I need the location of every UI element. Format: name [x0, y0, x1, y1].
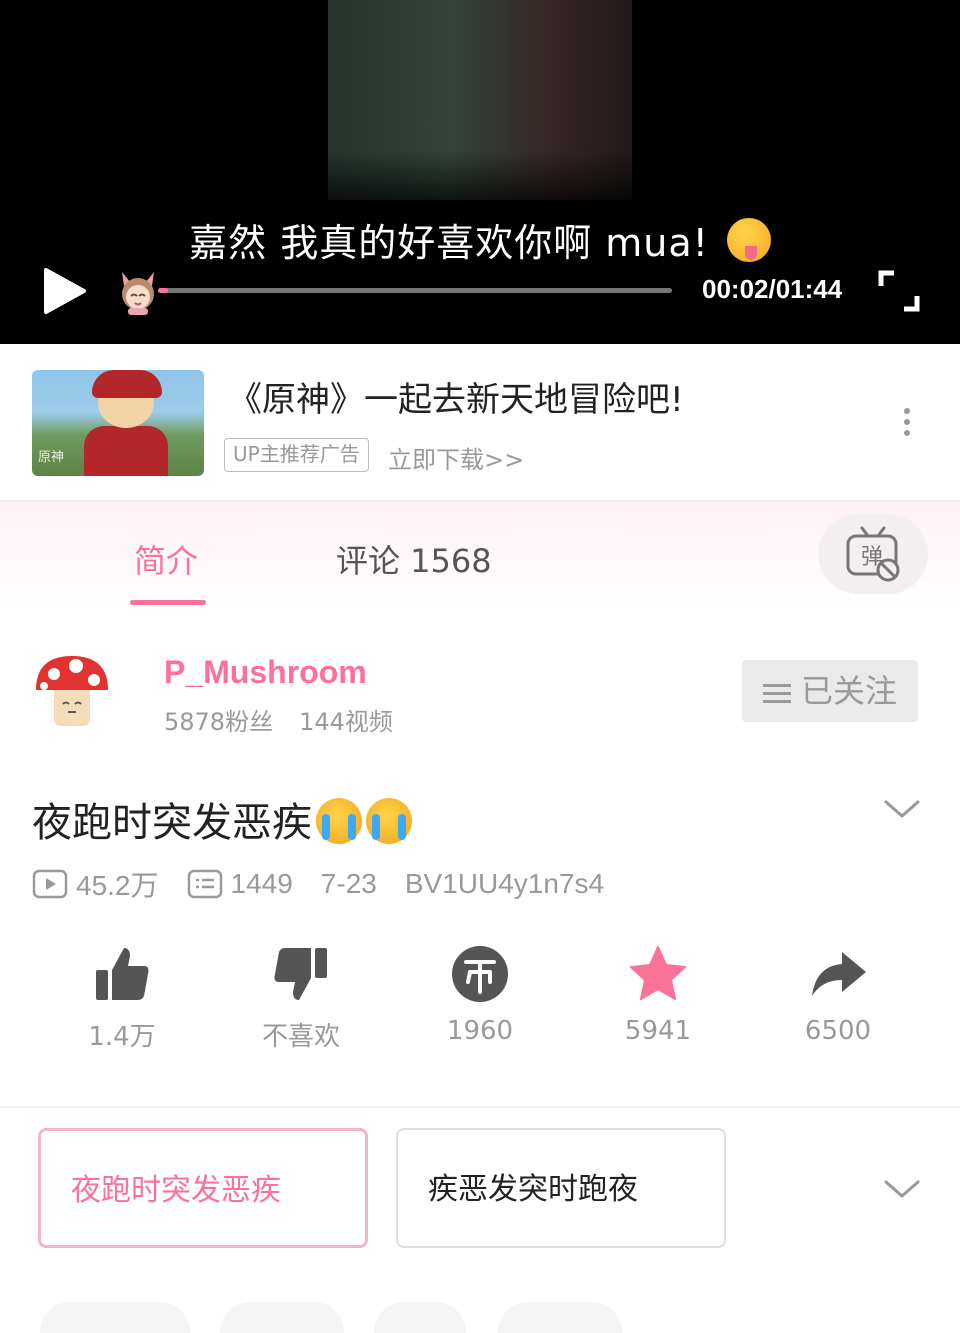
menu-icon — [762, 682, 791, 704]
video-title-text: 夜跑时突发恶疾 — [32, 800, 312, 846]
more-icon[interactable] — [896, 404, 918, 444]
star-icon — [630, 946, 686, 1000]
ad-title[interactable]: 《原神》一起去新天地冒险吧! — [228, 372, 684, 421]
share-icon — [812, 952, 866, 996]
tab-active-indicator — [130, 600, 206, 605]
ad-label-badge: UP主推荐广告 — [224, 438, 369, 472]
favorite-button[interactable]: 5941 — [598, 944, 718, 1046]
like-count: 1.4万 — [88, 1022, 156, 1052]
view-count: 45.2万 — [76, 870, 159, 901]
play-icon[interactable] — [40, 266, 90, 316]
ad-banner[interactable]: 原神 — [0, 344, 960, 502]
coin-button[interactable]: 1960 — [420, 944, 540, 1046]
video-meta: 45.2万 1449 7-23 BV1UU4y1n7s4 — [32, 864, 632, 904]
danmaku-icon: 弹 — [846, 526, 900, 582]
tab-intro[interactable]: 简介 — [134, 536, 198, 582]
like-button[interactable]: 1.4万 — [62, 944, 182, 1053]
tag-chip[interactable] — [220, 1302, 344, 1333]
chevron-down-icon[interactable] — [882, 1174, 922, 1204]
crying-emoji-icon — [366, 798, 412, 844]
publish-date: 7-23 — [320, 868, 377, 899]
coin-icon — [452, 946, 508, 1002]
progress-bar[interactable] — [158, 288, 672, 293]
follow-button[interactable]: 已关注 — [742, 660, 918, 722]
fullscreen-icon[interactable] — [878, 270, 920, 312]
divider — [0, 1106, 960, 1108]
part-item-2[interactable]: 疾恶发突时跑夜 — [396, 1128, 726, 1248]
subtitle-text: 嘉然 我真的好喜欢你啊 mua! — [189, 221, 709, 265]
genshin-logo: 原神 — [38, 450, 65, 465]
uploader-fans: 5878粉丝 — [164, 708, 274, 736]
playback-time: 00:02/01:44 — [702, 274, 843, 304]
video-player[interactable]: 嘉然 我真的好喜欢你啊 mua! 00:02/01:44 — [0, 0, 960, 344]
tab-comments[interactable]: 评论 1568 — [336, 536, 492, 582]
progress-thumb-mascot-icon[interactable] — [116, 266, 160, 316]
tag-chip[interactable] — [40, 1302, 190, 1333]
ad-download-link[interactable]: 立即下载>> — [388, 440, 524, 475]
tag-chip[interactable] — [374, 1302, 466, 1333]
danmaku-count-icon — [187, 869, 222, 899]
favorite-count: 5941 — [624, 1016, 692, 1046]
dislike-icon — [274, 948, 327, 1000]
ad-thumbnail[interactable]: 原神 — [32, 370, 204, 476]
chevron-down-icon[interactable] — [882, 794, 922, 824]
video-subtitle: 嘉然 我真的好喜欢你啊 mua! — [0, 212, 960, 267]
coin-count: 1960 — [446, 1016, 514, 1046]
part-item-1[interactable]: 夜跑时突发恶疾 — [38, 1128, 368, 1248]
bvid: BV1UU4y1n7s4 — [404, 868, 605, 899]
uploader-video-count: 144视频 — [299, 708, 393, 736]
dislike-label: 不喜欢 — [261, 1022, 340, 1052]
dislike-button[interactable]: 不喜欢 — [241, 944, 361, 1053]
video-title: 夜跑时突发恶疾 — [32, 790, 412, 848]
danmaku-count: 1449 — [230, 868, 293, 899]
like-icon — [96, 948, 149, 1000]
uploader-name[interactable]: P_Mushroom — [164, 654, 367, 691]
uploader-avatar[interactable] — [32, 650, 112, 730]
views-icon — [32, 869, 68, 899]
share-count: 6500 — [804, 1016, 872, 1046]
uploader-stats: 5878粉丝 144视频 — [164, 702, 393, 737]
follow-button-label: 已关注 — [800, 672, 897, 710]
danmaku-toggle-button[interactable]: 弹 — [818, 514, 928, 594]
drool-emoji-icon — [726, 218, 771, 262]
tab-bar: 简介 评论 1568 弹 — [0, 502, 960, 610]
tag-chip[interactable] — [498, 1302, 622, 1333]
crying-emoji-icon — [316, 798, 362, 844]
share-button[interactable]: 6500 — [778, 944, 898, 1046]
